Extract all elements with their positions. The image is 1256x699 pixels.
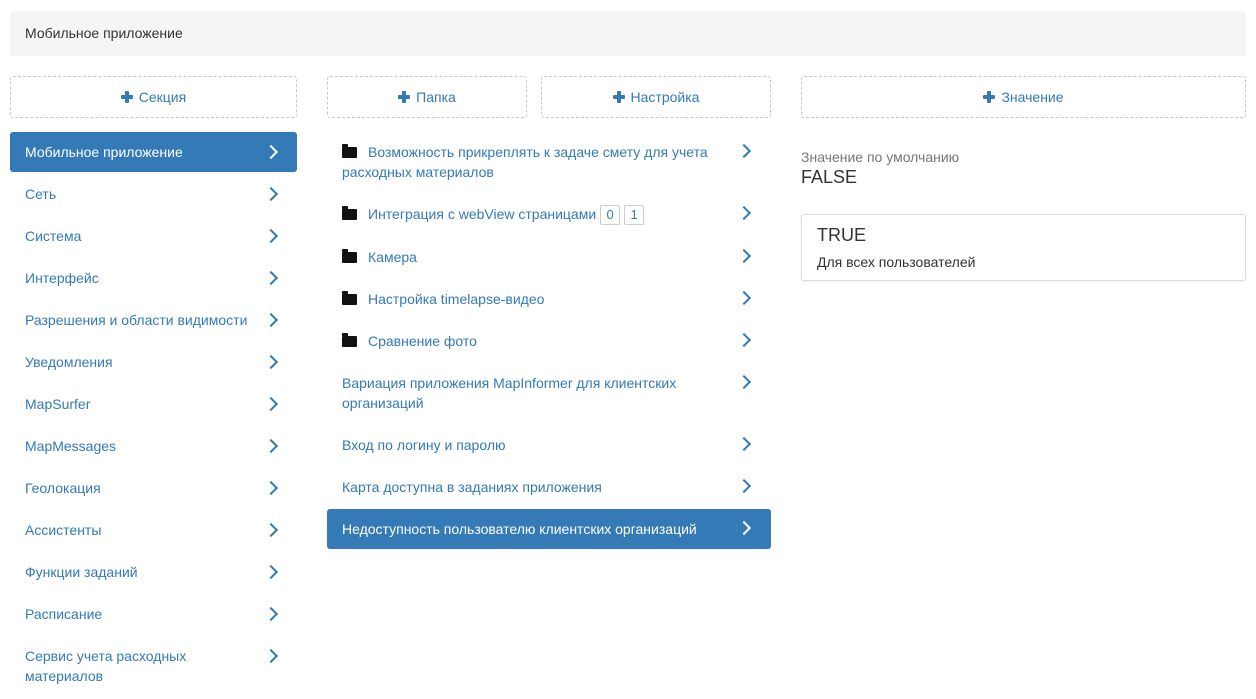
count-badge: 0 xyxy=(600,205,621,225)
chevron-right-icon xyxy=(736,248,752,264)
default-value-label: Значение по умолчанию xyxy=(801,149,960,165)
setting-item-mapinformer-variation[interactable]: Вариация приложения MapInformer для клие… xyxy=(327,363,771,423)
sidebar-item-mapmessages[interactable]: MapMessages xyxy=(10,426,297,466)
add-folder-label: Папка xyxy=(416,89,456,105)
sidebar-item-permissions[interactable]: Разрешения и области видимости xyxy=(10,300,297,340)
chevron-right-icon xyxy=(736,290,752,306)
breadcrumb: Мобильное приложение xyxy=(10,11,1246,56)
folder-item-timelapse[interactable]: Настройка timelapse-видео xyxy=(327,279,771,319)
sidebar-item-label: Сеть xyxy=(25,186,57,202)
folder-item-label: Камера xyxy=(368,249,417,265)
chevron-right-icon xyxy=(263,228,279,244)
folder-icon xyxy=(342,333,357,347)
setting-item-client-org-unavailable[interactable]: Недоступность пользователю клиентских ор… xyxy=(327,509,771,549)
default-value-block: Значение по умолчанию FALSE xyxy=(801,148,1246,188)
chevron-right-icon xyxy=(263,480,279,496)
sidebar-item-schedule[interactable]: Расписание xyxy=(10,594,297,634)
chevron-right-icon xyxy=(263,270,279,286)
sidebar-item-label: Ассистенты xyxy=(25,522,102,538)
sidebar-item-label: Расписание xyxy=(25,606,103,622)
chevron-right-icon xyxy=(736,332,752,348)
chevron-right-icon xyxy=(263,522,279,538)
setting-item-login-password[interactable]: Вход по логину и паролю xyxy=(327,425,771,465)
sidebar-item-mapsurfer[interactable]: MapSurfer xyxy=(10,384,297,424)
folder-icon xyxy=(342,291,357,305)
section-list: Мобильное приложение Сеть Система Интерф… xyxy=(10,132,297,698)
setting-item-label: Недоступность пользователю клиентских ор… xyxy=(342,521,697,537)
sidebar-item-label: Система xyxy=(25,228,82,244)
chevron-right-icon xyxy=(263,354,279,370)
plus-icon xyxy=(398,91,411,103)
folder-item-label: Возможность прикреплять к задаче смету д… xyxy=(342,144,708,180)
default-value: FALSE xyxy=(801,167,858,187)
plus-icon xyxy=(612,91,625,103)
add-section-button[interactable]: Секция xyxy=(10,76,297,118)
setting-item-label: Вариация приложения MapInformer для клие… xyxy=(342,375,677,411)
folder-item-photo-compare[interactable]: Сравнение фото xyxy=(327,321,771,361)
sidebar-item-system[interactable]: Система xyxy=(10,216,297,256)
setting-item-map-in-tasks[interactable]: Карта доступна в заданиях приложения xyxy=(327,467,771,507)
sidebar-item-network[interactable]: Сеть xyxy=(10,174,297,214)
sidebar-item-mobile-app[interactable]: Мобильное приложение xyxy=(10,132,297,172)
sidebar-item-label: Геолокация xyxy=(25,480,101,496)
sidebar-item-label: Функции заданий xyxy=(25,564,138,580)
count-badge: 1 xyxy=(624,205,645,225)
folder-item-label: Интеграция с webView страницами xyxy=(368,206,597,222)
sidebar-item-interface[interactable]: Интерфейс xyxy=(10,258,297,298)
chevron-right-icon xyxy=(736,205,752,221)
folder-item-estimate[interactable]: Возможность прикреплять к задаче смету д… xyxy=(327,132,771,192)
sidebar-item-label: Уведомления xyxy=(25,354,113,370)
plus-icon xyxy=(983,91,996,103)
value-card[interactable]: TRUE Для всех пользователей xyxy=(801,214,1246,281)
setting-item-label: Вход по логину и паролю xyxy=(342,437,506,453)
chevron-right-icon xyxy=(263,648,279,664)
add-value-label: Значение xyxy=(1001,89,1064,105)
folder-item-label: Сравнение фото xyxy=(368,333,477,349)
settings-list: Возможность прикреплять к задаче смету д… xyxy=(327,132,771,551)
chevron-right-icon xyxy=(736,436,752,452)
sidebar-item-label: Сервис учета расходных материалов xyxy=(25,648,187,684)
folder-item-label: Настройка timelapse-видео xyxy=(368,291,545,307)
sidebar-item-notifications[interactable]: Уведомления xyxy=(10,342,297,382)
chevron-right-icon xyxy=(263,186,279,202)
chevron-right-icon xyxy=(263,312,279,328)
sidebar-item-label: Мобильное приложение xyxy=(25,144,183,160)
chevron-right-icon xyxy=(263,438,279,454)
chevron-right-icon xyxy=(736,143,752,159)
folder-item-webview[interactable]: Интеграция с webView страницами 0 1 xyxy=(327,194,771,235)
setting-item-label: Карта доступна в заданиях приложения xyxy=(342,479,602,495)
sidebar-item-consumables-service[interactable]: Сервис учета расходных материалов xyxy=(10,636,297,696)
add-setting-label: Настройка xyxy=(630,89,700,105)
chevron-right-icon xyxy=(263,396,279,412)
chevron-right-icon xyxy=(263,606,279,622)
chevron-right-icon xyxy=(736,374,752,390)
folder-icon xyxy=(342,144,357,158)
breadcrumb-title: Мобильное приложение xyxy=(25,25,183,41)
add-section-label: Секция xyxy=(138,89,187,105)
chevron-right-icon xyxy=(263,144,279,160)
sidebar-item-task-functions[interactable]: Функции заданий xyxy=(10,552,297,592)
add-setting-button[interactable]: Настройка xyxy=(541,76,771,118)
add-folder-button[interactable]: Папка xyxy=(327,76,527,118)
plus-icon xyxy=(120,91,133,103)
chevron-right-icon xyxy=(736,520,752,536)
chevron-right-icon xyxy=(736,478,752,494)
sidebar-item-label: MapSurfer xyxy=(25,396,91,412)
sidebar-item-assistants[interactable]: Ассистенты xyxy=(10,510,297,550)
sidebar-item-label: Разрешения и области видимости xyxy=(25,312,248,328)
folder-icon xyxy=(342,249,357,263)
chevron-right-icon xyxy=(263,564,279,580)
folder-item-camera[interactable]: Камера xyxy=(327,237,771,277)
value-card-value: TRUE xyxy=(817,225,866,245)
sidebar-item-label: MapMessages xyxy=(25,438,117,454)
value-card-scope: Для всех пользователей xyxy=(817,254,976,270)
add-value-button[interactable]: Значение xyxy=(801,76,1246,118)
sidebar-item-geolocation[interactable]: Геолокация xyxy=(10,468,297,508)
sidebar-item-label: Интерфейс xyxy=(25,270,99,286)
folder-icon xyxy=(342,206,357,220)
